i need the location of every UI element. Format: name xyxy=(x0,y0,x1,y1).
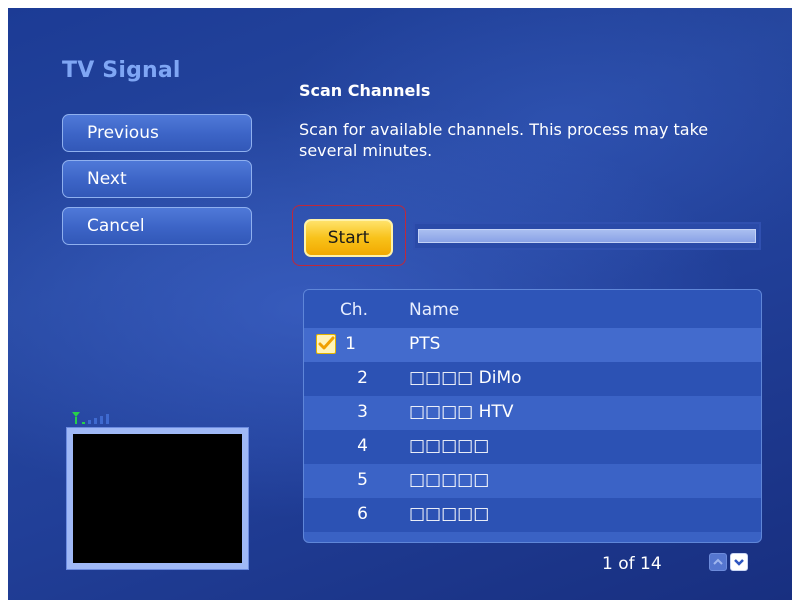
channel-row[interactable]: 5 □□□□□ xyxy=(304,464,761,498)
media-center-screen: TV Signal Previous Next Cancel Scan Chan… xyxy=(8,8,792,600)
channel-name: □□□□□ xyxy=(409,504,490,524)
channel-row[interactable]: 6 □□□□□ xyxy=(304,498,761,532)
channel-name: □□□□□ xyxy=(409,470,490,490)
channel-number: 6 xyxy=(357,504,368,524)
channel-row[interactable]: 2 □□□□ DiMo xyxy=(304,362,761,396)
scan-progress-bar xyxy=(413,222,761,250)
channel-row[interactable]: 3 □□□□ HTV xyxy=(304,396,761,430)
channel-name: PTS xyxy=(409,334,441,354)
scroll-up-button[interactable] xyxy=(709,553,727,571)
page-description: Scan for available channels. This proces… xyxy=(299,120,709,160)
next-button[interactable]: Next xyxy=(62,160,252,198)
section-title: TV Signal xyxy=(62,58,181,83)
channel-number: 5 xyxy=(357,470,368,490)
page-indicator: 1 of 14 xyxy=(602,554,662,574)
channel-name: □□□□□ xyxy=(409,436,490,456)
channel-number: 2 xyxy=(357,368,368,388)
start-button[interactable]: Start xyxy=(304,219,393,257)
channel-row[interactable]: 4 □□□□□ xyxy=(304,430,761,464)
previous-button[interactable]: Previous xyxy=(62,114,252,152)
channel-name: □□□□ DiMo xyxy=(409,368,522,388)
channel-row[interactable]: 1 PTS xyxy=(304,328,761,362)
cancel-button[interactable]: Cancel xyxy=(62,207,252,245)
column-header-name: Name xyxy=(409,300,460,320)
chevron-down-icon xyxy=(734,559,744,566)
channel-number: 4 xyxy=(357,436,368,456)
channel-name: □□□□ HTV xyxy=(409,402,514,422)
progress-track xyxy=(418,229,756,243)
column-header-channel: Ch. xyxy=(339,300,368,320)
channel-number: 1 xyxy=(345,334,356,354)
channel-list-header: Ch. Name xyxy=(304,290,761,328)
channel-number: 3 xyxy=(357,402,368,422)
channel-list: Ch. Name 1 PTS 2 □□□□ DiMo 3 □□□□ HTV 4 … xyxy=(303,289,762,543)
scroll-down-button[interactable] xyxy=(730,553,748,571)
chevron-up-icon xyxy=(713,558,723,565)
signal-strength-icon xyxy=(72,412,109,424)
page-title: Scan Channels xyxy=(299,81,431,100)
video-preview xyxy=(67,428,248,569)
